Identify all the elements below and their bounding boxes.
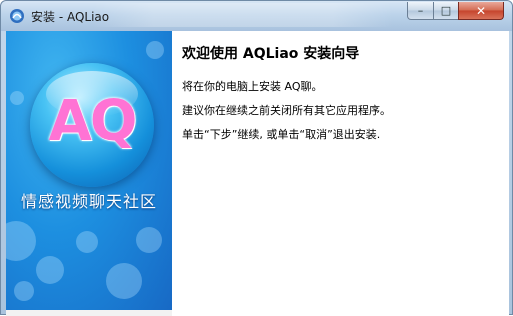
- installer-window: 安装 - AQLiao – □ ✕ AQ 情感视频聊天社区 欢迎使用 AQLia…: [0, 0, 513, 316]
- minimize-button[interactable]: –: [407, 2, 434, 20]
- banner-bokeh: [136, 227, 162, 253]
- installer-icon[interactable]: [9, 8, 25, 24]
- maximize-button[interactable]: □: [433, 2, 459, 20]
- banner-bokeh: [10, 91, 24, 105]
- welcome-heading: 欢迎使用 AQLiao 安装向导: [182, 46, 360, 62]
- banner-bokeh: [36, 256, 64, 284]
- aq-logo: AQ: [30, 63, 154, 187]
- maximize-icon: □: [440, 4, 452, 17]
- logo-text: AQ: [48, 89, 138, 154]
- title-bar-glass: [93, 3, 393, 27]
- wizard-banner-image: AQ 情感视频聊天社区: [6, 31, 172, 316]
- close-apps-advice-text: 建议你在继续之前关闭所有其它应用程序。: [182, 104, 391, 117]
- banner-bottom-edge: [6, 310, 172, 316]
- banner-bokeh: [6, 221, 36, 261]
- banner-bokeh: [14, 281, 34, 301]
- window-title: 安装 - AQLiao: [31, 10, 110, 24]
- close-icon: ✕: [475, 3, 487, 18]
- minimize-icon: –: [417, 4, 424, 17]
- install-info-text: 将在你的电脑上安装 AQ聊。: [182, 80, 323, 93]
- next-cancel-instruction-text: 单击“下步”继续, 或单击“取消”退出安装.: [182, 128, 381, 141]
- title-bar[interactable]: 安装 - AQLiao – □ ✕: [1, 1, 512, 31]
- close-button[interactable]: ✕: [458, 2, 504, 20]
- banner-slogan: 情感视频聊天社区: [20, 192, 157, 211]
- banner-bokeh: [146, 41, 164, 59]
- banner-bokeh: [106, 263, 142, 299]
- banner-bokeh: [76, 231, 98, 253]
- wizard-page: AQ 情感视频聊天社区 欢迎使用 AQLiao 安装向导 将在你的电脑上安装 A…: [6, 31, 509, 316]
